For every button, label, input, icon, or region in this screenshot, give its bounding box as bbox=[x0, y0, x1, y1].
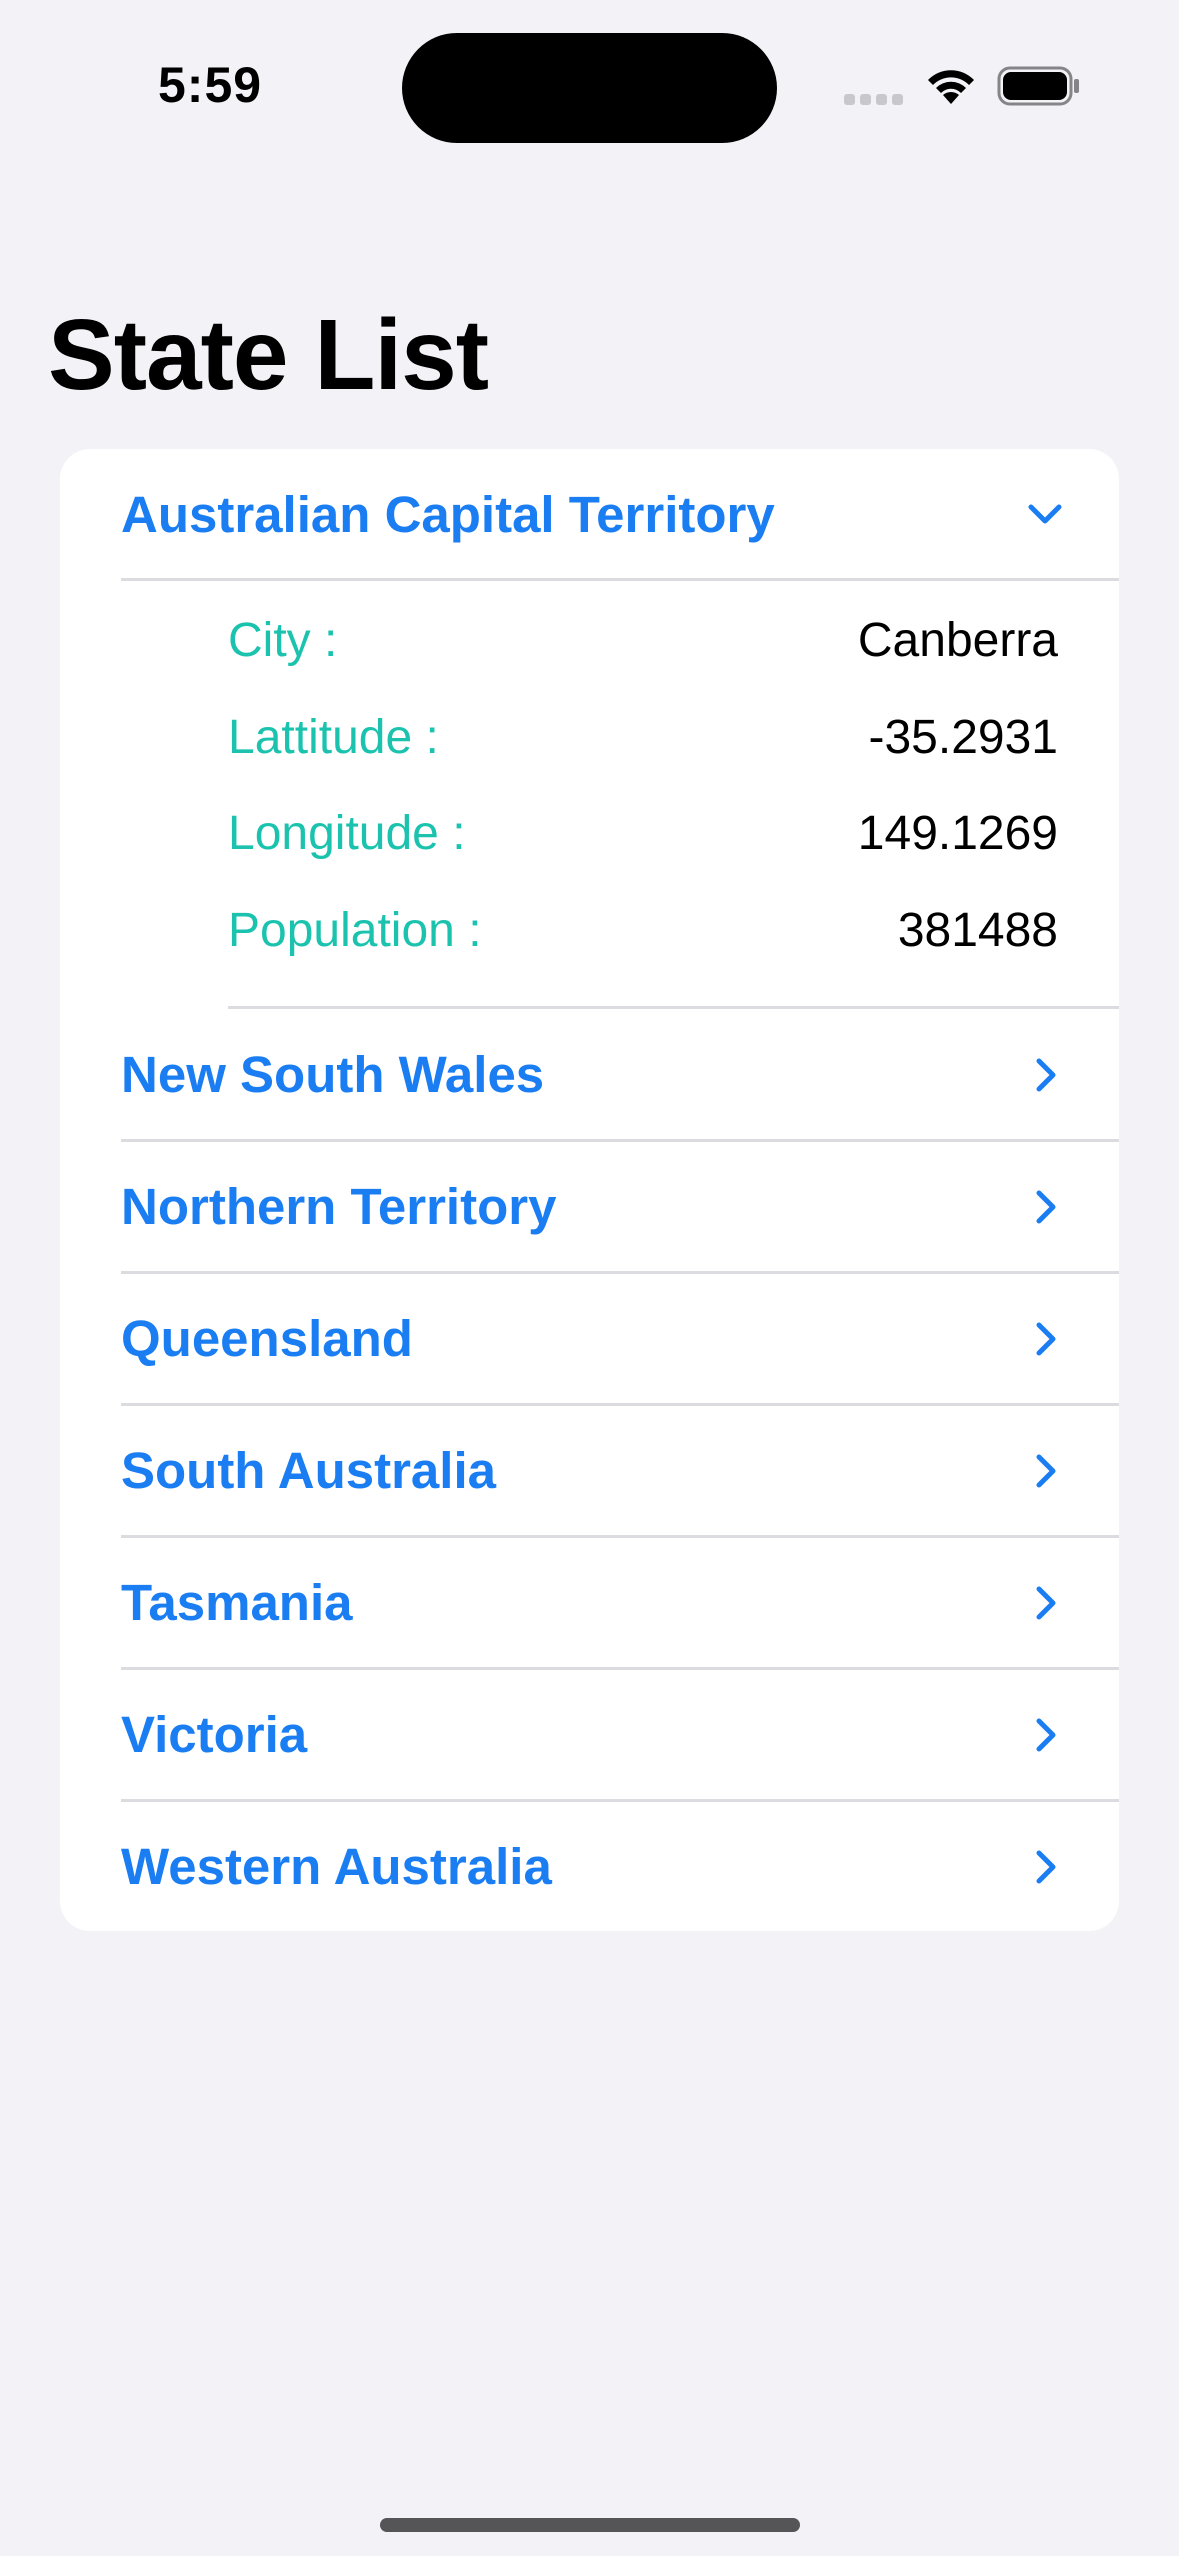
detail-row-city: City : Canberra bbox=[228, 593, 1058, 689]
detail-key: City : bbox=[228, 614, 338, 667]
chevron-right-icon bbox=[1036, 1322, 1056, 1356]
chevron-down-icon bbox=[1028, 504, 1062, 524]
chevron-right-icon bbox=[1036, 1586, 1056, 1620]
state-row-south-australia[interactable]: South Australia bbox=[60, 1405, 1119, 1537]
dynamic-island bbox=[402, 33, 777, 143]
state-row-label: Victoria bbox=[121, 1706, 308, 1763]
state-row-northern-territory[interactable]: Northern Territory bbox=[60, 1141, 1119, 1273]
state-row-victoria[interactable]: Victoria bbox=[60, 1669, 1119, 1801]
chevron-right-icon bbox=[1036, 1718, 1056, 1752]
detail-row-longitude: Longitude : 149.1269 bbox=[228, 786, 1058, 882]
detail-value: 149.1269 bbox=[857, 807, 1058, 860]
detail-key: Longitude : bbox=[228, 807, 466, 860]
battery-icon bbox=[997, 66, 1079, 106]
state-row-label: Northern Territory bbox=[121, 1178, 557, 1235]
state-row-new-south-wales[interactable]: New South Wales bbox=[60, 1009, 1119, 1141]
state-row-label: Queensland bbox=[121, 1310, 413, 1367]
page-title: State List bbox=[48, 299, 489, 411]
chevron-right-icon bbox=[1036, 1058, 1056, 1092]
chevron-right-icon bbox=[1036, 1190, 1056, 1224]
detail-row-population: Population : 381488 bbox=[228, 883, 1058, 979]
state-row-label: New South Wales bbox=[121, 1046, 545, 1103]
chevron-right-icon bbox=[1036, 1454, 1056, 1488]
detail-value: 381488 bbox=[897, 904, 1058, 957]
detail-row-latitude: Lattitude : -35.2931 bbox=[228, 690, 1058, 786]
cellular-signal-icon bbox=[844, 94, 903, 105]
detail-value: -35.2931 bbox=[868, 711, 1059, 764]
state-list: Australian Capital Territory City : Canb… bbox=[60, 449, 1119, 1931]
detail-key: Lattitude : bbox=[228, 711, 439, 764]
state-row-label: Western Australia bbox=[121, 1838, 552, 1895]
status-time: 5:59 bbox=[158, 57, 263, 113]
state-row-queensland[interactable]: Queensland bbox=[60, 1273, 1119, 1405]
state-row-label: South Australia bbox=[121, 1442, 496, 1499]
chevron-right-icon bbox=[1036, 1850, 1056, 1884]
state-row-tasmania[interactable]: Tasmania bbox=[60, 1537, 1119, 1669]
detail-value: Canberra bbox=[857, 614, 1058, 667]
state-row-label: Tasmania bbox=[121, 1574, 353, 1631]
state-row-western-australia[interactable]: Western Australia bbox=[60, 1801, 1119, 1931]
state-row-australian-capital-territory[interactable]: Australian Capital Territory bbox=[60, 449, 1119, 581]
wifi-icon bbox=[928, 70, 974, 104]
row-divider bbox=[121, 578, 1119, 581]
home-indicator[interactable] bbox=[380, 2518, 800, 2532]
detail-key: Population : bbox=[228, 904, 482, 957]
state-row-label: Australian Capital Territory bbox=[121, 486, 775, 543]
